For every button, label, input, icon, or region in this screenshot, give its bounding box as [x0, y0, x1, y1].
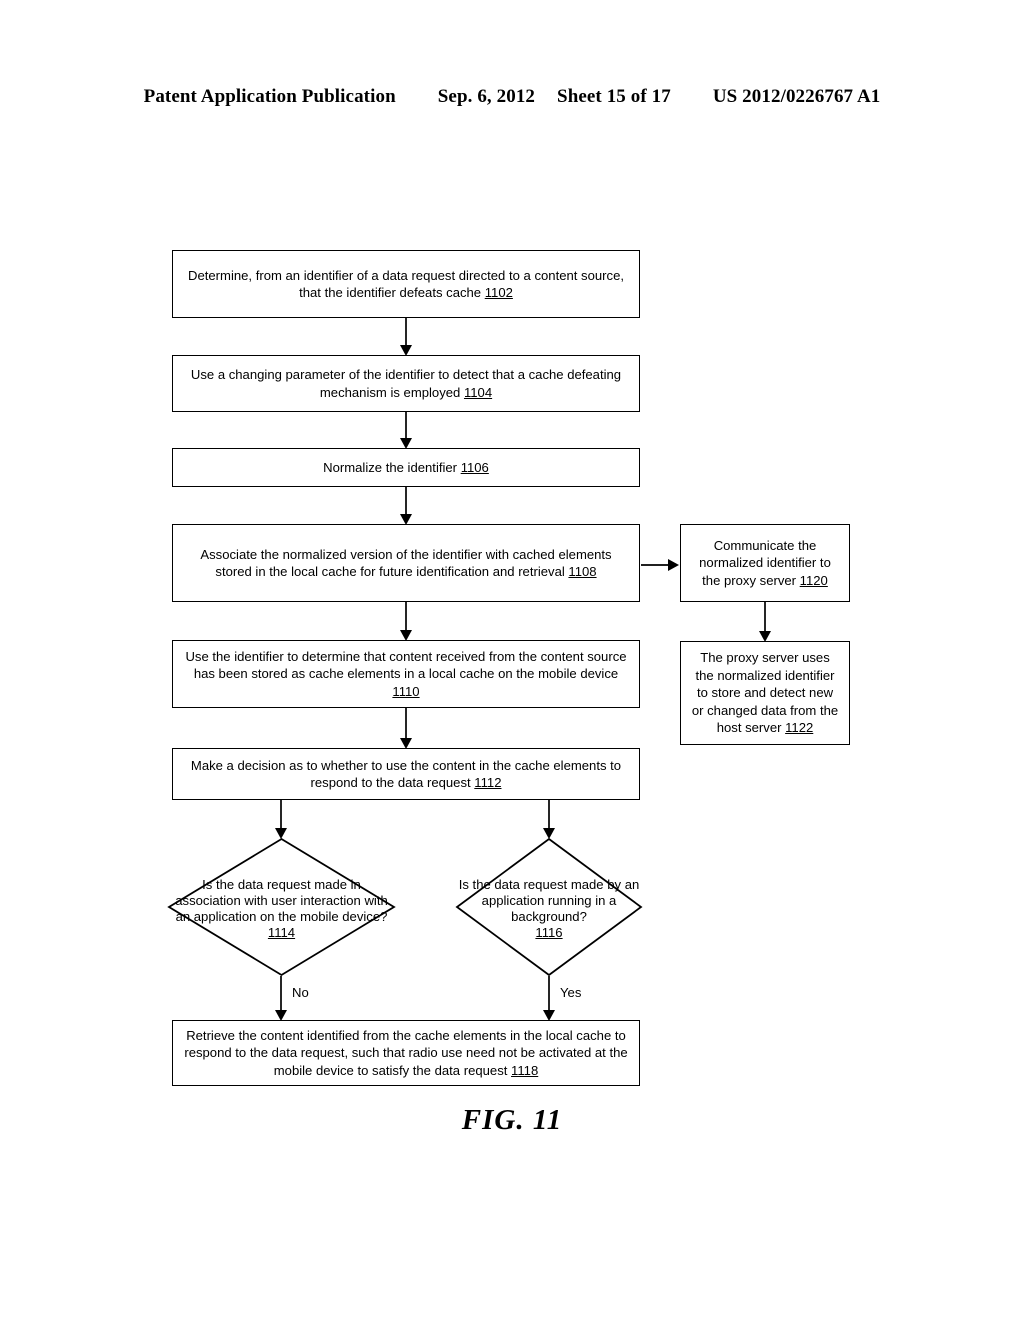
flow-node-1110-text: Use the identifier to determine that con…: [185, 648, 627, 682]
flow-node-1106[interactable]: Normalize the identifier 1106: [172, 448, 640, 487]
flow-node-1112[interactable]: Make a decision as to whether to use the…: [172, 748, 640, 800]
flow-node-1104-ref: 1104: [463, 384, 493, 400]
flow-node-1112-text: Make a decision as to whether to use the…: [190, 757, 622, 791]
flow-decision-1114-ref: 1114: [267, 925, 296, 941]
flow-node-1104-text: Use a changing parameter of the identifi…: [190, 367, 622, 400]
flow-node-1120-ref: 1120: [799, 572, 828, 588]
flow-node-1106-ref: 1106: [460, 459, 489, 475]
flow-decision-1116-ref: 1116: [535, 925, 563, 941]
flow-decision-1116-text: Is the data request made by an applicati…: [458, 876, 640, 924]
flow-node-1122-ref: 1122: [785, 720, 814, 736]
flow-node-1110-ref: 1110: [392, 683, 420, 699]
flow-node-1122[interactable]: The proxy server uses the normalized ide…: [680, 641, 850, 745]
flow-node-1108-text: Associate the normalized version of the …: [200, 546, 612, 580]
flow-node-1102-text: Determine, from an identifier of a data …: [188, 267, 624, 301]
flow-decision-1114[interactable]: Is the data request made in association …: [167, 837, 396, 977]
flow-node-1106-text: Normalize the identifier: [323, 459, 461, 475]
branch-label-no: No: [292, 985, 309, 1000]
flow-node-1118-ref: 1118: [511, 1062, 539, 1078]
flow-node-1102-ref: 1102: [484, 285, 513, 300]
flow-node-1118-text: Retrieve the content identified from the…: [184, 1027, 628, 1078]
flow-node-1112-ref: 1112: [474, 775, 502, 790]
flow-decision-1114-text: Is the data request made in association …: [175, 876, 388, 924]
flow-decision-1116[interactable]: Is the data request made by an applicati…: [455, 837, 643, 977]
flow-node-1110[interactable]: Use the identifier to determine that con…: [172, 640, 640, 708]
flow-node-1108[interactable]: Associate the normalized version of the …: [172, 524, 640, 602]
flow-node-1120[interactable]: Communicate the normalized identifier to…: [680, 524, 850, 602]
flow-node-1108-ref: 1108: [568, 564, 597, 579]
flow-node-1102[interactable]: Determine, from an identifier of a data …: [172, 250, 640, 318]
flow-node-1104[interactable]: Use a changing parameter of the identifi…: [172, 355, 640, 412]
branch-label-yes: Yes: [560, 985, 582, 1000]
figure-caption: FIG. 11: [461, 1104, 563, 1136]
flow-node-1118[interactable]: Retrieve the content identified from the…: [172, 1020, 640, 1086]
flow-node-1122-text: The proxy server uses the normalized ide…: [691, 650, 839, 736]
